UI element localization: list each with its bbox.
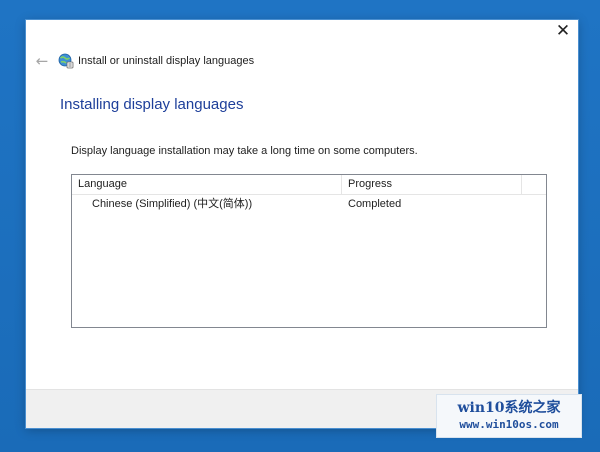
language-cell: Chinese (Simplified) (中文(简体)): [92, 198, 253, 210]
description-text: Display language installation may take a…: [71, 145, 418, 157]
title-bar: ✕: [26, 20, 578, 42]
column-header-progress[interactable]: Progress: [342, 175, 522, 194]
column-header-filler: [522, 175, 546, 194]
column-header-language[interactable]: Language: [72, 175, 342, 194]
close-icon: ✕: [555, 21, 571, 41]
watermark-url: www.win10os.com: [459, 418, 559, 431]
globe-settings-icon: [58, 53, 74, 69]
list-header: Language Progress: [72, 175, 546, 195]
dialog-window: ✕ ← Install or uninstall display languag…: [26, 20, 578, 428]
close-button[interactable]: ✕: [548, 20, 578, 42]
nav-title: Install or uninstall display languages: [78, 55, 255, 67]
navigation-bar: ← Install or uninstall display languages: [26, 42, 578, 80]
watermark-title: win10系统之家: [457, 400, 561, 416]
language-progress-list[interactable]: Language Progress Chinese (Simplified) (…: [71, 174, 547, 328]
desktop-background: ✕ ← Install or uninstall display languag…: [0, 0, 600, 452]
progress-cell: Completed: [348, 198, 402, 210]
list-item[interactable]: Chinese (Simplified) (中文(简体)) Completed: [72, 195, 546, 214]
site-watermark: win10系统之家 www.win10os.com: [436, 394, 582, 438]
page-heading: Installing display languages: [60, 96, 244, 113]
back-arrow-icon: ←: [35, 52, 49, 70]
back-button[interactable]: ←: [28, 52, 56, 70]
